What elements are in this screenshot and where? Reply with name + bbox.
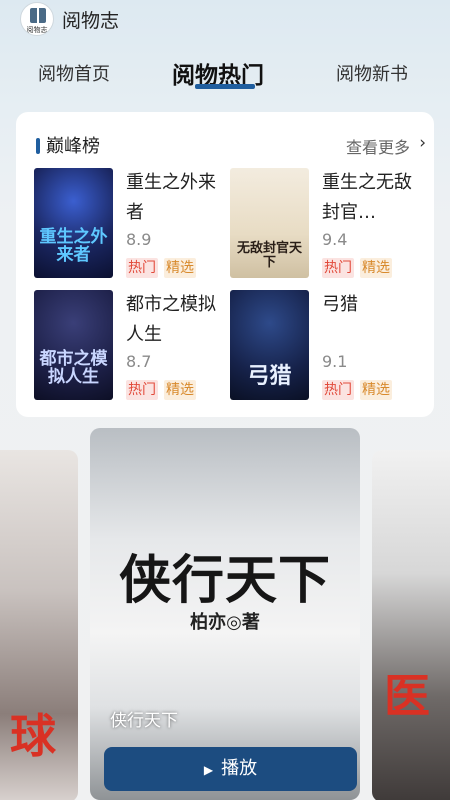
- cover-title-art: 弓猎: [247, 364, 292, 389]
- book-cover[interactable]: 无敌封官天下: [230, 168, 309, 278]
- ranking-book[interactable]: 无敌封官天下 重生之无敌封官… 9.4 热门 精选: [230, 168, 430, 280]
- book-icon: [30, 8, 46, 23]
- cover-title-art: 都市之模拟人生: [39, 349, 108, 387]
- tag-featured: 精选: [360, 258, 392, 278]
- book-title[interactable]: 弓猎: [322, 290, 422, 320]
- play-label: 播放: [221, 758, 258, 779]
- tag-featured: 精选: [164, 380, 196, 400]
- cover-title-art: 重生之外来者: [39, 227, 108, 265]
- book-cover[interactable]: 都市之模拟人生: [34, 290, 113, 400]
- chevron-right-icon[interactable]: ›: [419, 133, 426, 153]
- tag-featured: 精选: [164, 258, 196, 278]
- book-title[interactable]: 都市之模拟人生: [126, 290, 226, 350]
- play-button[interactable]: ▶ 播放: [104, 747, 357, 791]
- tag-hot: 热门: [126, 380, 158, 400]
- book-title[interactable]: 重生之无敌封官…: [322, 168, 422, 228]
- featured-book-title: 侠行天下: [110, 711, 178, 731]
- tag-hot: 热门: [322, 258, 354, 278]
- ranking-book[interactable]: 都市之模拟人生 都市之模拟人生 8.7 热门 精选: [34, 290, 234, 402]
- featured-carousel[interactable]: 球 侠行天下 柏亦◎著 侠行天下 ▶ 播放 医: [0, 428, 450, 800]
- book-title[interactable]: 重生之外来者: [126, 168, 226, 228]
- top-tabs: 阅物首页 阅物热门 阅物新书: [0, 50, 450, 96]
- book-cover[interactable]: 弓猎: [230, 290, 309, 400]
- book-score: 8.9: [126, 230, 152, 249]
- featured-book-card[interactable]: 侠行天下 柏亦◎著 侠行天下 ▶ 播放: [90, 428, 360, 800]
- carousel-card-prev[interactable]: 球: [0, 450, 78, 800]
- cover-title-art: 无敌封官天下: [236, 241, 302, 270]
- tag-hot: 热门: [126, 258, 158, 278]
- logo-text: 阅物志: [26, 26, 48, 34]
- cover-title-art: 侠行天下: [118, 551, 331, 611]
- tab-new[interactable]: 阅物新书: [336, 60, 408, 86]
- book-score: 9.1: [322, 352, 348, 371]
- play-icon: ▶: [203, 763, 214, 777]
- tab-home[interactable]: 阅物首页: [38, 60, 110, 86]
- cover-title-art: 医: [384, 669, 430, 723]
- tag-featured: 精选: [360, 380, 392, 400]
- ranking-book[interactable]: 弓猎 弓猎 9.1 热门 精选: [230, 290, 430, 402]
- ranking-title: 巅峰榜: [46, 136, 100, 157]
- tag-hot: 热门: [322, 380, 354, 400]
- app-bar: 阅物志 阅物志: [0, 0, 450, 40]
- active-tab-indicator: [195, 84, 255, 89]
- book-score: 8.7: [126, 352, 152, 371]
- app-logo: 阅物志: [20, 2, 54, 36]
- cover-author: 柏亦◎著: [190, 612, 260, 633]
- section-marker: [36, 138, 40, 154]
- view-more-link[interactable]: 查看更多: [346, 134, 410, 158]
- book-cover[interactable]: 重生之外来者: [34, 168, 113, 278]
- app-title: 阅物志: [62, 10, 120, 32]
- ranking-book[interactable]: 重生之外来者 重生之外来者 8.9 热门 精选: [34, 168, 234, 280]
- carousel-card-next[interactable]: 医: [372, 450, 450, 800]
- book-score: 9.4: [322, 230, 348, 249]
- ranking-card: 巅峰榜 查看更多 › 重生之外来者 重生之外来者 8.9 热门 精选 无敌封官天…: [16, 112, 434, 417]
- cover-title-art: 球: [10, 709, 56, 763]
